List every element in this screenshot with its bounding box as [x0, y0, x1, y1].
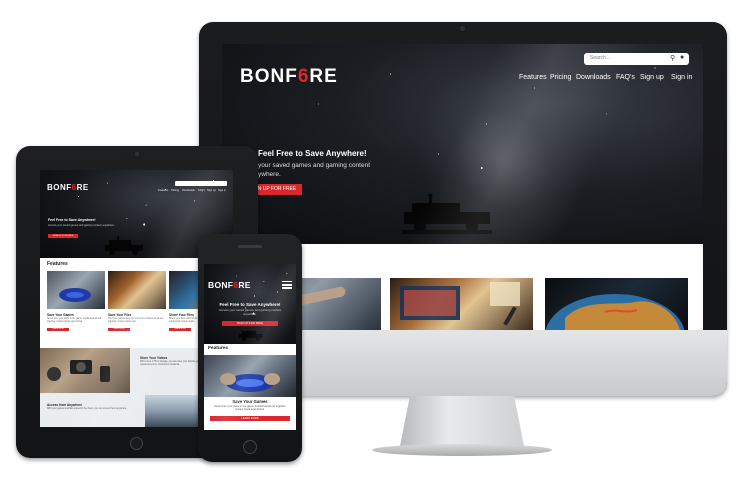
phone-card-text: Never lose your place in the game. Intel… [214, 405, 286, 412]
phone-hero-heading: Feel Free to Save Anywhere! [219, 302, 281, 307]
tablet-card-image-controller [47, 271, 105, 309]
responsive-mockup: BONF6RE Search... ⚲ ● Features Pricing D… [0, 0, 743, 479]
tablet-learn-more-button[interactable]: LEARN MORE [169, 328, 191, 331]
tablet-card-title-share-files: Share Your Files [169, 313, 194, 317]
tablet-learn-more-button[interactable]: LEARN MORE [108, 328, 130, 331]
phone-home-button[interactable] [243, 440, 257, 454]
tablet-access-title: Access from Anywhere [47, 403, 83, 407]
phone-logo[interactable]: BONF6RE [208, 280, 251, 290]
nav-sign-in[interactable]: Sign in [671, 74, 692, 86]
phone-learn-more-button[interactable]: LEARN MORE [210, 416, 290, 421]
desktop-search-input[interactable]: Search... ⚲ ● [584, 53, 689, 65]
monitor-stand-base [372, 444, 552, 456]
nav-faqs[interactable]: FAQ's [616, 74, 635, 86]
phone-speaker [238, 245, 262, 248]
tablet-camera-icon [135, 152, 139, 156]
tablet-camera-gear-image [40, 348, 130, 393]
tablet-card-title-save-files: Save Your Files [108, 313, 132, 317]
globe-image [545, 294, 685, 330]
camera-icon [460, 26, 465, 31]
desktop-logo[interactable]: BONF6RE [240, 66, 338, 88]
search-placeholder: Search... [590, 55, 611, 61]
phone-signup-button[interactable]: SIGN UP FOR FREE [222, 321, 278, 326]
tablet-hero-subtitle: Access your saved games and gaming conte… [48, 224, 115, 227]
phone-screen: BONF6RE Feel Free to Save Anywhere! Acce… [204, 264, 296, 430]
desktop-card-image-globe [545, 278, 688, 330]
tablet-home-button[interactable] [130, 437, 143, 450]
monitor-stand [400, 396, 524, 446]
nav-pricing[interactable]: Pricing [550, 74, 571, 86]
phone-features-title: Features [208, 346, 228, 351]
tablet-search-input[interactable] [175, 181, 227, 186]
microphone-icon[interactable]: ● [680, 54, 684, 61]
desktop-hero-subtitle-line1: your saved games and gaming content [258, 162, 371, 169]
laptop-image [400, 282, 520, 326]
tablet-store-videos-title: Store Your Videos [140, 356, 168, 360]
controller-image [220, 373, 280, 392]
tablet-learn-more-button[interactable]: LEARN MORE [47, 328, 69, 331]
nav-features[interactable]: Features [519, 74, 547, 86]
tablet-truck-silhouette [105, 236, 143, 255]
desktop-card-image-laptop [390, 278, 533, 330]
nav-downloads[interactable]: Downloads [576, 74, 611, 86]
tablet-card-text: Never lose your place in the game. Intel… [47, 318, 102, 323]
phone-card-title: Save Your Games [232, 399, 268, 404]
phone-controller-image [204, 355, 296, 397]
phone-hero: BONF6RE Feel Free to Save Anywhere! Acce… [204, 264, 296, 344]
tablet-logo[interactable]: BONF6RE [47, 183, 89, 192]
tablet-nav-downloads[interactable]: Downloads [182, 189, 195, 192]
desktop-hero-subtitle-line2: ywhere. [258, 171, 281, 178]
tablet-nav-faqs[interactable]: FAQ's [198, 189, 205, 192]
tablet-features-title: Features [47, 261, 68, 267]
phone-hero-subtitle: Access your saved games and gaming conte… [218, 308, 282, 316]
tablet-nav-features[interactable]: Features [158, 189, 168, 192]
search-icon[interactable]: ⚲ [670, 54, 675, 62]
nav-sign-up[interactable]: Sign up [640, 74, 664, 86]
hamburger-menu-icon[interactable] [282, 281, 292, 289]
camera-gear-image [47, 360, 110, 382]
truck-silhouette [402, 194, 492, 234]
tablet-card-title-save-games: Save Your Games [47, 313, 74, 317]
tablet-hero-heading: Feel Free to Save Anywhere! [48, 218, 96, 222]
tablet-nav-sign-in[interactable]: Sign in [218, 189, 226, 192]
tablet-nav-sign-up[interactable]: Sign up [207, 189, 216, 192]
phone-truck-silhouette [239, 331, 263, 341]
desktop-hero: BONF6RE Search... ⚲ ● Features Pricing D… [222, 44, 703, 282]
tablet-controller-image [59, 288, 91, 302]
tablet-access-text: With your games and files stored in the … [47, 408, 127, 410]
tablet-card-image-laptop [108, 271, 166, 309]
tablet-card-text: Find your games save but you know intell… [108, 318, 164, 323]
tablet-nav-pricing[interactable]: Pricing [171, 189, 179, 192]
desktop-signup-button[interactable]: N UP FOR FREE [252, 184, 302, 195]
tablet-signup-button[interactable]: SIGN UP FOR FREE [48, 234, 78, 238]
desktop-hero-heading: Feel Free to Save Anywhere! [258, 149, 367, 158]
